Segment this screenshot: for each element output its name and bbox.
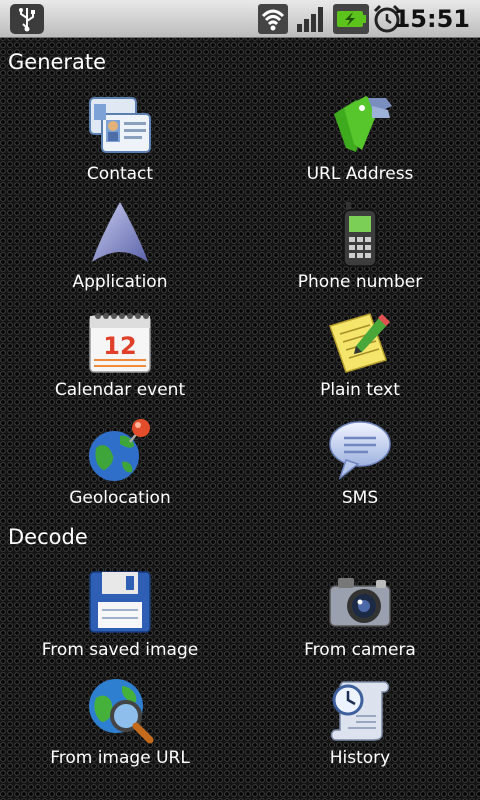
- from-image-url-label: From image URL: [50, 748, 190, 768]
- globe-pin-icon: [89, 419, 150, 481]
- generate-sms-item[interactable]: SMS: [240, 416, 480, 524]
- speech-bubble-icon: [329, 421, 391, 481]
- usb-icon: [10, 4, 44, 34]
- generate-url-item[interactable]: URL Address: [240, 92, 480, 200]
- generate-phone-item[interactable]: Phone number: [240, 200, 480, 308]
- generate-plain-text-item[interactable]: Plain text: [240, 308, 480, 416]
- decode-saved-image-item[interactable]: From saved image: [0, 568, 240, 676]
- section-title-generate: Generate: [8, 50, 107, 74]
- application-arrow-icon: [92, 202, 148, 262]
- geolocation-label: Geolocation: [69, 488, 171, 508]
- contact-card-icon: [89, 97, 151, 153]
- signal-icon: [297, 7, 323, 32]
- url-tags-icon: [334, 96, 392, 152]
- url-address-label: URL Address: [306, 164, 414, 184]
- sms-label: SMS: [341, 488, 379, 508]
- floppy-disk-icon: [89, 571, 151, 633]
- generate-application-item[interactable]: Application: [0, 200, 240, 308]
- calendar-icon: 12: [89, 313, 151, 373]
- globe-magnifier-icon: [89, 679, 154, 744]
- history-scroll-clock-icon: [330, 681, 390, 741]
- application-label: Application: [72, 272, 168, 292]
- decode-history-item[interactable]: History: [240, 676, 480, 784]
- decode-camera-item[interactable]: From camera: [240, 568, 480, 676]
- generate-contact-item[interactable]: Contact: [0, 92, 240, 200]
- camera-icon: [329, 578, 391, 627]
- from-saved-image-label: From saved image: [41, 640, 199, 660]
- battery-charging-icon: [333, 4, 369, 34]
- generate-geolocation-item[interactable]: Geolocation: [0, 416, 240, 524]
- calendar-day-number: 12: [103, 332, 136, 360]
- phone-number-label: Phone number: [297, 272, 423, 292]
- decode-image-url-item[interactable]: From image URL: [0, 676, 240, 784]
- wifi-icon: [258, 4, 288, 34]
- clock-time: 15:51: [393, 5, 470, 33]
- section-title-decode: Decode: [8, 525, 88, 549]
- note-pencil-icon: [329, 313, 390, 373]
- history-label: History: [329, 748, 391, 768]
- from-camera-label: From camera: [304, 640, 416, 660]
- mobile-phone-icon: [343, 202, 377, 267]
- calendar-event-label: Calendar event: [54, 380, 186, 400]
- contact-label: Contact: [86, 164, 154, 184]
- plain-text-label: Plain text: [320, 380, 400, 400]
- status-bar: 15:51: [0, 0, 480, 38]
- generate-calendar-item[interactable]: 12 Calendar event: [0, 308, 240, 416]
